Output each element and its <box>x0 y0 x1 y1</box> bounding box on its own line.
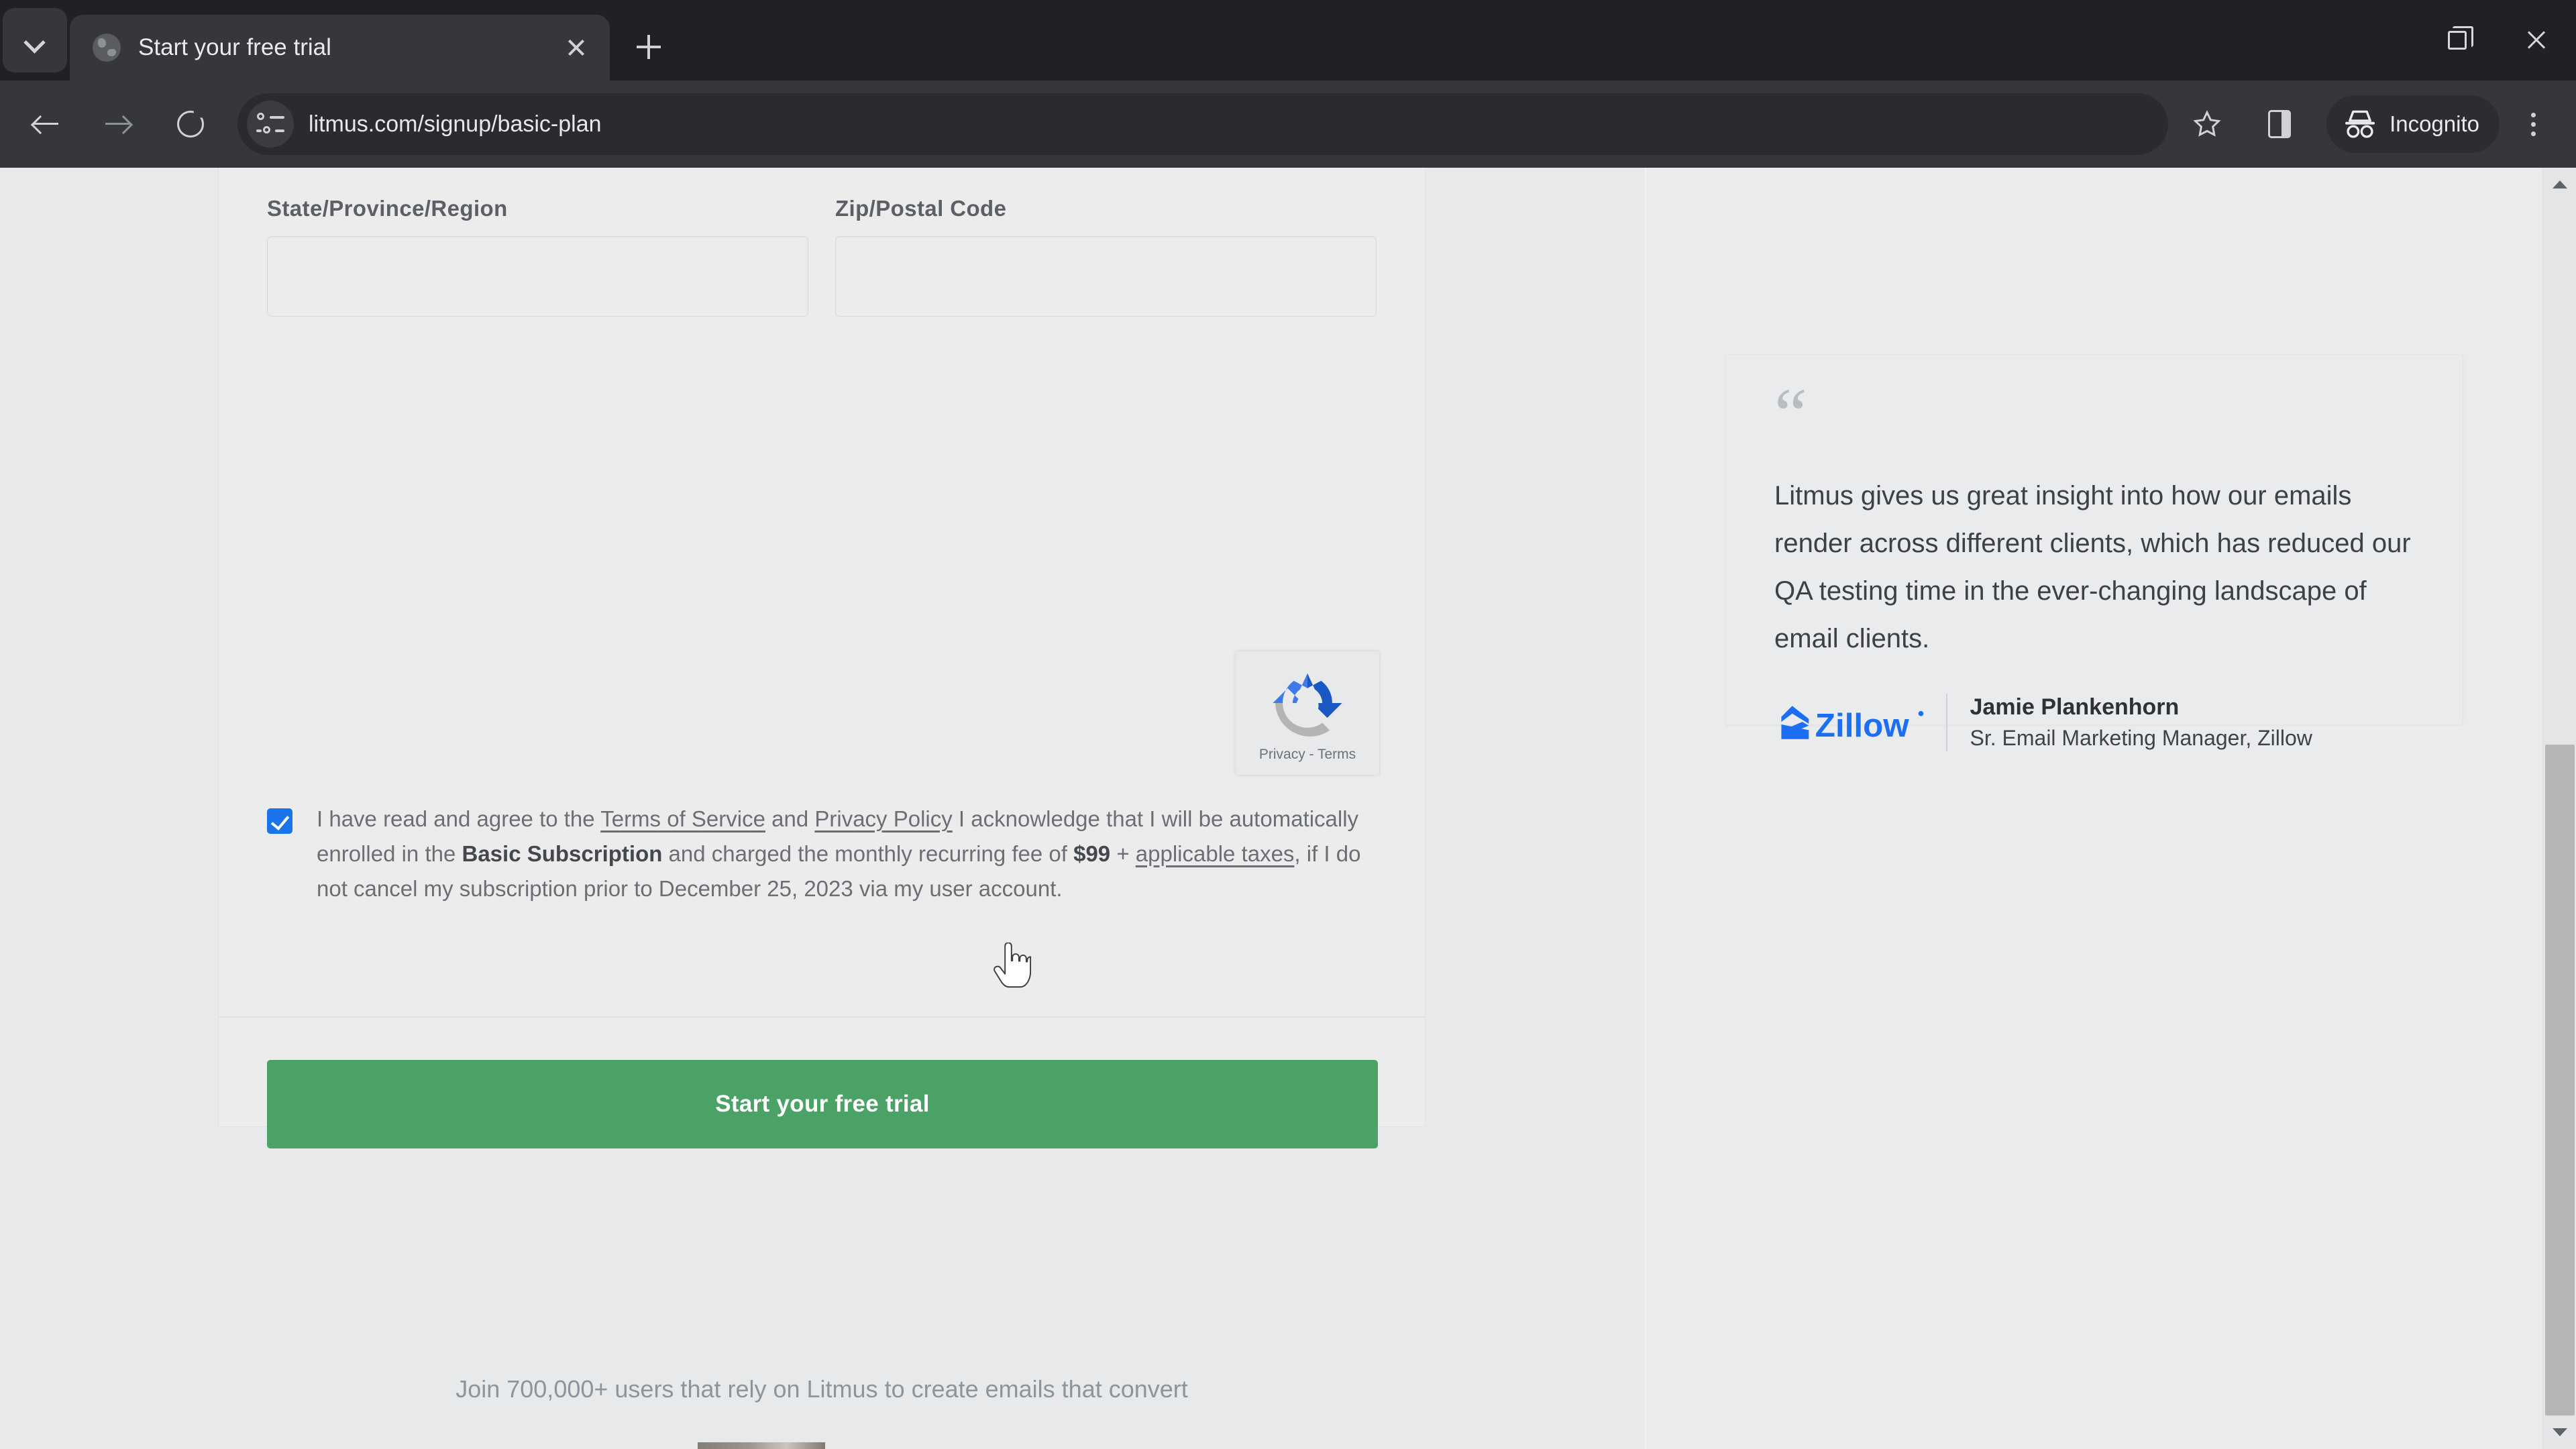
author-name: Jamie Plankenhorn <box>1970 694 2180 720</box>
tab-strip: Start your free trial <box>0 0 2576 80</box>
zip-input[interactable] <box>835 236 1377 317</box>
page-scrollbar[interactable] <box>2542 168 2576 1449</box>
card-divider <box>219 1016 1425 1018</box>
incognito-indicator[interactable]: Incognito <box>2326 95 2500 153</box>
restore-icon <box>2448 26 2473 50</box>
side-panel-button[interactable] <box>2247 92 2312 156</box>
kebab-dot <box>2530 131 2536 136</box>
forward-button[interactable] <box>86 92 150 156</box>
recaptcha-caption[interactable]: Privacy - Terms <box>1259 747 1356 763</box>
attribution-divider <box>1946 693 1947 751</box>
zip-field-group: Zip/Postal Code <box>835 196 1377 317</box>
tab-search-button[interactable] <box>3 8 67 72</box>
quote-mark-icon: “ <box>1774 373 1807 455</box>
incognito-icon <box>2345 110 2375 138</box>
toolbar-actions: Incognito <box>2175 92 2563 156</box>
terms-agreement-row: I have read and agree to the Terms of Se… <box>267 802 1381 906</box>
social-proof-text: Join 700,000+ users that rely on Litmus … <box>455 1375 1188 1403</box>
signup-form-card: State/Province/Region Zip/Postal Code Pr… <box>218 168 1426 1148</box>
close-window-button[interactable] <box>2497 0 2576 80</box>
address-bar[interactable]: litmus.com/signup/basic-plan <box>237 93 2169 155</box>
cancel-by-date: December 25, 2023 <box>658 876 853 901</box>
tab-title: Start your free trial <box>138 34 331 60</box>
terms-part-4: and charged the monthly recurring fee of <box>662 841 1074 866</box>
terms-part-7: via my user account. <box>853 876 1063 901</box>
arrow-left-icon <box>32 111 59 138</box>
scrollbar-thumb[interactable] <box>2545 745 2575 1415</box>
state-input[interactable] <box>267 236 808 317</box>
caret-down-icon <box>2553 1428 2567 1436</box>
svg-text:Zillow: Zillow <box>1815 706 1910 743</box>
caret-up-icon <box>2553 180 2567 189</box>
zip-field-label: Zip/Postal Code <box>835 196 1007 221</box>
author-role: Sr. Email Marketing Manager, Zillow <box>1970 725 2312 750</box>
close-tab-icon[interactable] <box>557 29 595 66</box>
kebab-dot <box>2530 121 2536 127</box>
close-icon <box>2525 29 2548 52</box>
browser-window: Start your free trial litmus.com/signup/… <box>0 0 2576 1449</box>
page-viewport: State/Province/Region Zip/Postal Code Pr… <box>0 168 2576 1449</box>
testimonial-card: “ Litmus gives us great insight into how… <box>1725 354 2463 751</box>
terms-part-1: I have read and agree to the <box>317 806 601 831</box>
browser-tab[interactable]: Start your free trial <box>70 15 610 80</box>
privacy-policy-link[interactable]: Privacy Policy <box>814 806 952 831</box>
back-button[interactable] <box>13 92 78 156</box>
chevron-down-icon <box>25 35 45 46</box>
globe-favicon-icon <box>93 34 121 62</box>
kebab-dot <box>2530 112 2536 117</box>
plan-price: $99 <box>1073 841 1111 866</box>
scroll-up-button[interactable] <box>2543 168 2576 201</box>
url-text: litmus.com/signup/basic-plan <box>309 111 602 137</box>
terms-checkbox[interactable] <box>267 808 292 834</box>
state-field-group: State/Province/Region <box>267 196 808 317</box>
reload-button[interactable] <box>158 92 223 156</box>
state-field-label: State/Province/Region <box>267 196 508 221</box>
applicable-taxes-link[interactable]: applicable taxes <box>1136 841 1295 866</box>
browser-toolbar: litmus.com/signup/basic-plan Incognito <box>0 80 2576 168</box>
plan-name: Basic Subscription <box>462 841 663 866</box>
terms-text: I have read and agree to the Terms of Se… <box>317 802 1373 906</box>
signup-column: State/Province/Region Zip/Postal Code Pr… <box>0 168 1644 1449</box>
terms-part-2: and <box>765 806 815 831</box>
side-panel-icon <box>2268 110 2292 138</box>
terms-part-5: + <box>1110 841 1136 866</box>
window-controls <box>2339 0 2576 80</box>
incognito-label: Incognito <box>2390 111 2479 136</box>
terms-of-service-link[interactable]: Terms of Service <box>600 806 765 831</box>
testimonial-quote: Litmus gives us great insight into how o… <box>1774 480 2411 653</box>
star-icon <box>2193 110 2221 137</box>
chrome-menu-button[interactable] <box>2504 92 2563 156</box>
testimonial-column: “ Litmus gives us great insight into how… <box>1645 168 2542 1449</box>
attribution-text-group: Jamie Plankenhorn Sr. Email Marketing Ma… <box>1970 694 2312 751</box>
testimonial-attribution: Zillow Jamie Plankenhorn Sr. Email Marke… <box>1774 693 2414 751</box>
new-tab-button[interactable] <box>625 23 673 71</box>
start-free-trial-button[interactable]: Start your free trial <box>267 1060 1378 1148</box>
recaptcha-badge[interactable]: Privacy - Terms <box>1235 651 1380 775</box>
recaptcha-icon <box>1273 673 1342 737</box>
maximize-window-button[interactable] <box>2418 0 2497 80</box>
zillow-logo-icon: Zillow <box>1781 705 1924 743</box>
site-settings-icon[interactable] <box>247 101 294 148</box>
partial-offscreen-content <box>698 1442 825 1449</box>
arrow-right-icon <box>105 111 131 138</box>
bookmark-button[interactable] <box>2175 92 2239 156</box>
reload-icon <box>177 111 204 138</box>
scroll-down-button[interactable] <box>2543 1415 2576 1449</box>
minimize-window-button[interactable] <box>2339 0 2418 80</box>
address-fields-row: State/Province/Region Zip/Postal Code <box>219 168 1425 317</box>
